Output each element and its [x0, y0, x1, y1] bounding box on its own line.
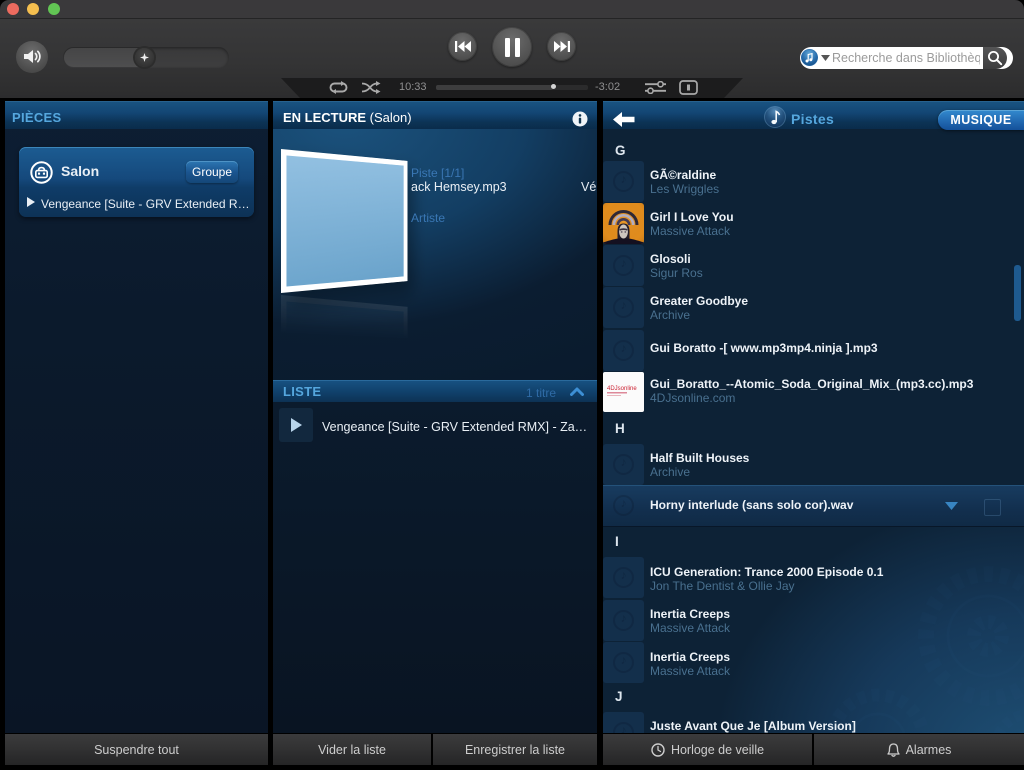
- svg-text:4DJsonline: 4DJsonline: [607, 386, 637, 392]
